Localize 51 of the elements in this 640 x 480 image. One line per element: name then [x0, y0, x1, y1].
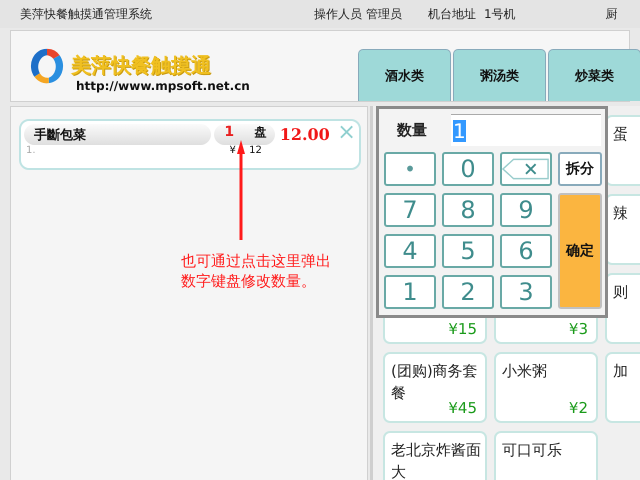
- digit-key[interactable]: 2: [442, 275, 494, 309]
- operator-label: 操作人员: [314, 6, 362, 22]
- dish-name: 加: [613, 361, 629, 382]
- category-tab[interactable]: 炒菜类: [548, 49, 640, 101]
- operator-name: 管理员: [366, 6, 402, 22]
- dish-price: ¥15: [448, 320, 477, 338]
- dish-name: 小米粥: [502, 361, 548, 382]
- category-tab[interactable]: 酒水类: [358, 49, 451, 101]
- digit-key[interactable]: 6: [500, 234, 552, 268]
- digit-key[interactable]: 9: [500, 193, 552, 227]
- dish-card[interactable]: 可口可乐: [494, 431, 598, 480]
- item-amount: 12.00: [280, 125, 330, 144]
- digit-key[interactable]: 7: [384, 193, 436, 227]
- dish-card[interactable]: (团购)商务套餐 ¥45: [383, 352, 487, 423]
- digit-key[interactable]: 5: [442, 234, 494, 268]
- unit-price: ¥ 12: [230, 145, 262, 156]
- dish-card[interactable]: 小米粥 ¥2: [494, 352, 598, 423]
- terminal-label: 机台地址: [428, 6, 476, 22]
- dish-card[interactable]: 老北京炸酱面大: [383, 431, 487, 480]
- dish-name: 老北京炸酱面大: [391, 440, 481, 480]
- split-button[interactable]: 拆分: [558, 152, 602, 186]
- digit-key[interactable]: 1: [384, 275, 436, 309]
- app-name: 美萍快餐触摸通管理系统: [20, 6, 152, 22]
- dish-name: (团购)商务套餐: [391, 361, 479, 402]
- dish-name-button[interactable]: 手斷包菜: [24, 124, 212, 145]
- dish-price: ¥45: [448, 399, 477, 417]
- terminal-name: 1号机: [484, 6, 516, 22]
- quantity-button[interactable]: 1 盘: [214, 124, 275, 145]
- logo-title: 美萍快餐触摸通: [71, 52, 212, 79]
- dish-name: 则: [613, 282, 629, 303]
- dish-name: 可口可乐: [502, 440, 563, 461]
- website-url: http://www.mpsoft.net.cn: [76, 79, 250, 93]
- dish-card[interactable]: 则: [605, 273, 640, 344]
- dish-card[interactable]: 辣: [605, 194, 640, 265]
- dish-name: 蛋: [613, 124, 629, 145]
- dish-card[interactable]: 蛋: [605, 115, 640, 186]
- dish-card[interactable]: 加: [605, 352, 640, 423]
- category-tab[interactable]: 粥汤类: [453, 49, 546, 101]
- item-index: 1.: [26, 145, 36, 156]
- digit-key[interactable]: 0: [442, 152, 494, 186]
- dish-name: 辣: [613, 203, 629, 224]
- quantity-label: 数量: [397, 120, 428, 140]
- digit-key[interactable]: 3: [500, 275, 552, 309]
- digit-key[interactable]: 4: [384, 234, 436, 268]
- dish-price: ¥2: [568, 399, 588, 417]
- status-text: 厨: [606, 6, 618, 22]
- dish-price: ¥3: [568, 320, 588, 338]
- digit-key[interactable]: 8: [442, 193, 494, 227]
- confirm-button[interactable]: 确定: [558, 193, 602, 309]
- annotation-text: 也可通过点击这里弹出数字键盘修改数量。: [181, 251, 332, 291]
- backspace-key[interactable]: [500, 152, 552, 186]
